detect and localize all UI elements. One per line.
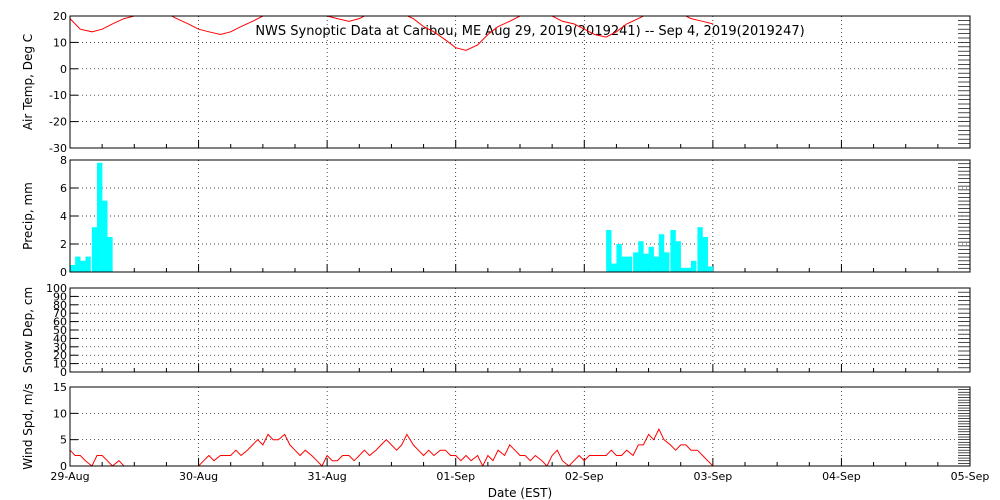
precip-bar <box>70 265 76 272</box>
y-tick-label: 2 <box>60 238 67 251</box>
panel-frame <box>69 386 971 467</box>
panel-precip: 0 2 4 6 8 Precip, mm <box>21 154 971 279</box>
precip-bar <box>621 256 627 272</box>
precip-bar <box>75 256 81 272</box>
precip-bar <box>658 234 665 272</box>
precip-bar <box>680 267 687 272</box>
series-windspd <box>70 427 714 466</box>
y-axis-label: Snow Dep, cm <box>21 287 35 373</box>
precip-bar <box>685 267 692 272</box>
precip-bar <box>675 241 681 272</box>
synoptic-chart: NWS Synoptic Data at Caribou, ME Aug 29,… <box>21 10 989 500</box>
precip-bar <box>102 200 108 272</box>
precip-bar <box>616 244 622 272</box>
precip-bar <box>97 162 103 272</box>
series-precip <box>70 162 714 272</box>
y-tick-label: 15 <box>53 381 67 394</box>
precip-bar <box>691 260 697 272</box>
precip-bar <box>707 266 714 272</box>
x-tick-label: 01-Sep <box>436 470 475 483</box>
precip-bar <box>606 230 612 272</box>
precip-bar <box>91 227 98 272</box>
precip-bar <box>633 252 639 272</box>
precip-bar <box>702 237 708 272</box>
chart-title: NWS Synoptic Data at Caribou, ME Aug 29,… <box>255 24 804 39</box>
x-tick-label: 03-Sep <box>694 470 733 483</box>
precip-bar <box>85 256 91 272</box>
y-tick-label: 10 <box>53 36 67 49</box>
y-tick-label: 0 <box>60 63 67 76</box>
chart-panels: -30-20-1001020Air Temp, Deg C02468Precip… <box>21 10 971 473</box>
x-tick-label: 04-Sep <box>822 470 861 483</box>
x-tick-labels: 29-Aug 30-Aug 31-Aug 01-Sep 02-Sep 03-Sep 04-S… <box>50 470 989 483</box>
precip-bar <box>611 263 617 272</box>
precip-bar <box>626 256 633 272</box>
precip-bar <box>107 237 113 272</box>
y-axis-label: Air Temp, Deg C <box>21 34 35 130</box>
y-tick-label: 100 <box>46 282 67 295</box>
y-tick-label: 8 <box>60 154 67 167</box>
y-axis-label: Precip, mm <box>21 182 35 250</box>
y-tick-label: 10 <box>53 407 67 420</box>
y-tick-label: 0 <box>60 266 67 279</box>
x-axis-label: Date (EST) <box>488 486 552 500</box>
precip-bar <box>643 253 649 272</box>
precip-bar <box>648 246 654 272</box>
x-tick-label: 02-Sep <box>565 470 604 483</box>
precip-bar <box>80 260 86 272</box>
windspd-line <box>70 427 714 466</box>
y-tick-label: -20 <box>49 116 67 129</box>
y-tick-label: 4 <box>60 210 67 223</box>
precip-bar <box>697 227 703 272</box>
x-tick-label: 05-Sep <box>951 470 990 483</box>
x-tick-label: 30-Aug <box>179 470 218 483</box>
precip-bar <box>653 256 660 272</box>
y-tick-label: 6 <box>60 182 67 195</box>
panel-snowdepth: 0102030405060708090100Snow Dep, cm <box>21 282 971 379</box>
y-tick-label: 5 <box>60 434 67 447</box>
y-tick-label: 20 <box>53 10 67 23</box>
precip-bar <box>670 230 676 272</box>
precip-bar <box>664 252 670 272</box>
panel-windspd: 051015Wind Spd, m/s <box>21 381 971 473</box>
precip-bar <box>638 241 644 272</box>
y-tick-label: -10 <box>49 89 67 102</box>
x-tick-label: 31-Aug <box>308 470 347 483</box>
x-tick-label: 29-Aug <box>50 470 89 483</box>
y-axis-label: Wind Spd, m/s <box>21 383 35 469</box>
